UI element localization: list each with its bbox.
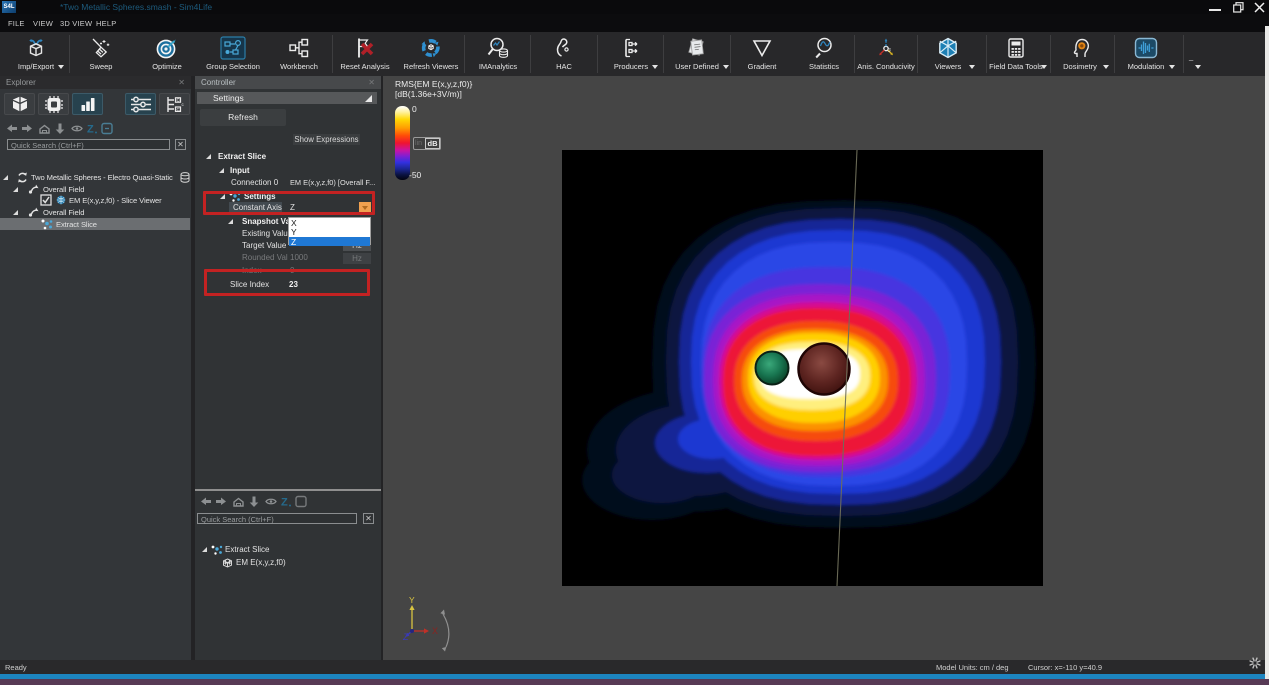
svg-text:σ: σ [887, 48, 891, 54]
svg-text:Z: Z [87, 124, 94, 136]
svg-text:Y: Y [409, 595, 415, 605]
svg-text:Z: Z [402, 632, 409, 642]
svg-text:c: c [181, 102, 184, 107]
svg-text:X: X [432, 626, 438, 636]
svg-text:Z: Z [281, 497, 288, 509]
